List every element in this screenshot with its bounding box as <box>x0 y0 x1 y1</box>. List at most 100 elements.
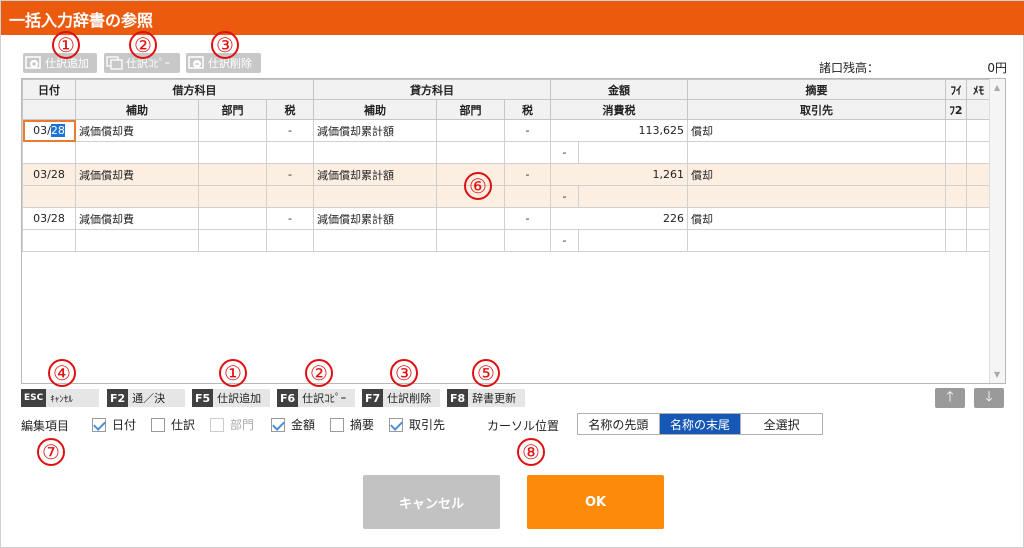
debit-tax-cell[interactable]: - <box>266 119 314 142</box>
col-date: 日付 <box>22 79 76 100</box>
summary-cell[interactable]: 償却 <box>687 119 946 142</box>
checkbox-summary[interactable]: 摘要 <box>330 416 374 433</box>
esc-cancel-key[interactable]: ESC ｷｬﾝｾﾙ <box>21 389 99 407</box>
memo-cell[interactable] <box>966 163 991 186</box>
fkey-label: 仕訳削除 <box>387 392 432 405</box>
checkbox-box[interactable] <box>271 417 285 432</box>
credit-sub-cell[interactable] <box>313 185 437 208</box>
partner-cell[interactable] <box>687 185 946 208</box>
checkbox-box[interactable] <box>151 417 165 432</box>
f6-key[interactable]: F6 仕訳ｺﾋﾟｰ <box>277 389 355 407</box>
scroll-up-icon[interactable]: ▲ <box>994 83 1000 92</box>
debit-sub-cell[interactable] <box>75 185 199 208</box>
f5-key[interactable]: F5 仕訳追加 <box>192 389 270 407</box>
debit-sub-cell[interactable] <box>75 141 199 164</box>
memo-cell[interactable] <box>966 207 991 230</box>
table-row[interactable]: 03/28 減価償却費 - 減価償却累計額 - 226 償却 <box>22 207 991 230</box>
credit-dept-cell[interactable] <box>436 207 505 230</box>
checkbox-partner[interactable]: 取引先 <box>389 416 445 433</box>
f1-cell[interactable] <box>945 119 967 142</box>
consumption-tax-cell[interactable] <box>578 229 688 252</box>
consumption-tax-cell[interactable] <box>578 185 688 208</box>
partner-cell[interactable] <box>687 141 946 164</box>
checkbox-box[interactable] <box>330 417 344 432</box>
journal-table: 日付 借方科目 貸方科目 金額 摘要 ﾌｲ ﾒﾓ 補助 部門 税 補助 部門 税… <box>22 79 991 252</box>
checkbox-box[interactable] <box>92 417 106 432</box>
cursor-option-end[interactable]: 名称の末尾 <box>659 414 742 434</box>
table-row-sub[interactable]: - <box>22 185 991 208</box>
balance-label: 諸口残高： <box>819 61 880 75</box>
fkey-label: ｷｬﾝｾﾙ <box>50 394 73 405</box>
checkbox-date[interactable]: 日付 <box>92 416 136 433</box>
debit-sub-dept-cell[interactable] <box>198 185 267 208</box>
debit-account-cell[interactable]: 減価償却費 <box>75 163 199 186</box>
move-down-button[interactable]: 🡓 <box>974 388 1004 408</box>
credit-sub-dept-cell[interactable] <box>436 141 505 164</box>
debit-dept-cell[interactable] <box>198 163 267 186</box>
credit-dept-cell[interactable] <box>436 119 505 142</box>
credit-account-cell[interactable]: 減価償却累計額 <box>313 119 437 142</box>
header-row-sub: 補助 部門 税 補助 部門 税 消費税 取引先 ﾌ2 <box>22 99 991 120</box>
debit-account-cell[interactable]: 減価償却費 <box>75 207 199 230</box>
add-journal-icon <box>25 56 43 70</box>
date-cell[interactable]: 03/28 <box>22 119 76 142</box>
grid-scrollbar[interactable]: ▲ ▼ <box>989 79 1005 383</box>
debit-sub-cell[interactable] <box>75 229 199 252</box>
tax-type-cell[interactable]: - <box>550 229 579 252</box>
tax-type-cell[interactable]: - <box>550 185 579 208</box>
debit-tax-cell[interactable]: - <box>266 207 314 230</box>
move-up-button[interactable]: 🡑 <box>935 388 965 408</box>
tax-type-cell[interactable]: - <box>550 141 579 164</box>
cursor-option-start[interactable]: 名称の先頭 <box>578 414 660 434</box>
scroll-down-icon[interactable]: ▼ <box>994 370 1000 379</box>
f8-key[interactable]: F8 辞書更新 <box>447 389 525 407</box>
credit-sub-dept-cell[interactable] <box>436 229 505 252</box>
debit-dept-cell[interactable] <box>198 119 267 142</box>
credit-account-cell[interactable]: 減価償却累計額 <box>313 163 437 186</box>
consumption-tax-cell[interactable] <box>578 141 688 164</box>
credit-sub-cell[interactable] <box>313 229 437 252</box>
ok-button[interactable]: OK <box>527 475 664 529</box>
f1-cell[interactable] <box>945 207 967 230</box>
debit-sub-dept-cell[interactable] <box>198 229 267 252</box>
f1-cell[interactable] <box>945 163 967 186</box>
table-row-sub[interactable]: - <box>22 141 991 164</box>
date-selection: 28 <box>50 124 65 137</box>
debit-dept-cell[interactable] <box>198 207 267 230</box>
cursor-option-select-all[interactable]: 全選択 <box>741 414 822 434</box>
amount-cell[interactable]: 226 <box>550 207 688 230</box>
credit-tax-cell[interactable]: - <box>504 119 551 142</box>
checkbox-amount[interactable]: 金額 <box>271 416 315 433</box>
date-cell[interactable]: 03/28 <box>22 207 76 230</box>
f2-key[interactable]: F2 通／決 <box>107 389 185 407</box>
date-cell[interactable]: 03/28 <box>22 163 76 186</box>
f7-key[interactable]: F7 仕訳削除 <box>362 389 440 407</box>
dialog-title: 一括入力辞書の参照 <box>9 11 154 30</box>
credit-tax-cell[interactable]: - <box>504 207 551 230</box>
debit-account-cell[interactable]: 減価償却費 <box>75 119 199 142</box>
journal-grid[interactable]: 日付 借方科目 貸方科目 金額 摘要 ﾌｲ ﾒﾓ 補助 部門 税 補助 部門 税… <box>21 78 1006 384</box>
credit-account-cell[interactable]: 減価償却累計額 <box>313 207 437 230</box>
cancel-button[interactable]: キャンセル <box>363 475 500 529</box>
checkbox-box[interactable] <box>389 417 403 432</box>
fkey-label: 通／決 <box>132 392 166 405</box>
credit-sub-cell[interactable] <box>313 141 437 164</box>
amount-cell[interactable]: 1,261 <box>550 163 688 186</box>
table-row[interactable]: 03/28 減価償却費 - 減価償却累計額 - 1,261 償却 <box>22 163 991 186</box>
partner-cell[interactable] <box>687 229 946 252</box>
delete-journal-icon <box>188 56 206 70</box>
fkey-code: F2 <box>107 389 129 407</box>
table-row-sub[interactable]: - <box>22 229 991 252</box>
summary-cell[interactable]: 償却 <box>687 163 946 186</box>
debit-tax-cell[interactable]: - <box>266 163 314 186</box>
debit-sub-dept-cell[interactable] <box>198 141 267 164</box>
summary-cell[interactable]: 償却 <box>687 207 946 230</box>
annotation-2-toolbar: ② <box>129 31 157 59</box>
table-row[interactable]: 03/28 減価償却費 - 減価償却累計額 - 113,625 償却 <box>22 119 991 142</box>
fkey-code: F5 <box>192 389 214 407</box>
credit-tax-cell[interactable]: - <box>504 163 551 186</box>
amount-cell[interactable]: 113,625 <box>550 119 688 142</box>
fkey-label: 辞書更新 <box>472 392 517 405</box>
checkbox-journal[interactable]: 仕訳 <box>151 416 195 433</box>
memo-cell[interactable] <box>966 119 991 142</box>
